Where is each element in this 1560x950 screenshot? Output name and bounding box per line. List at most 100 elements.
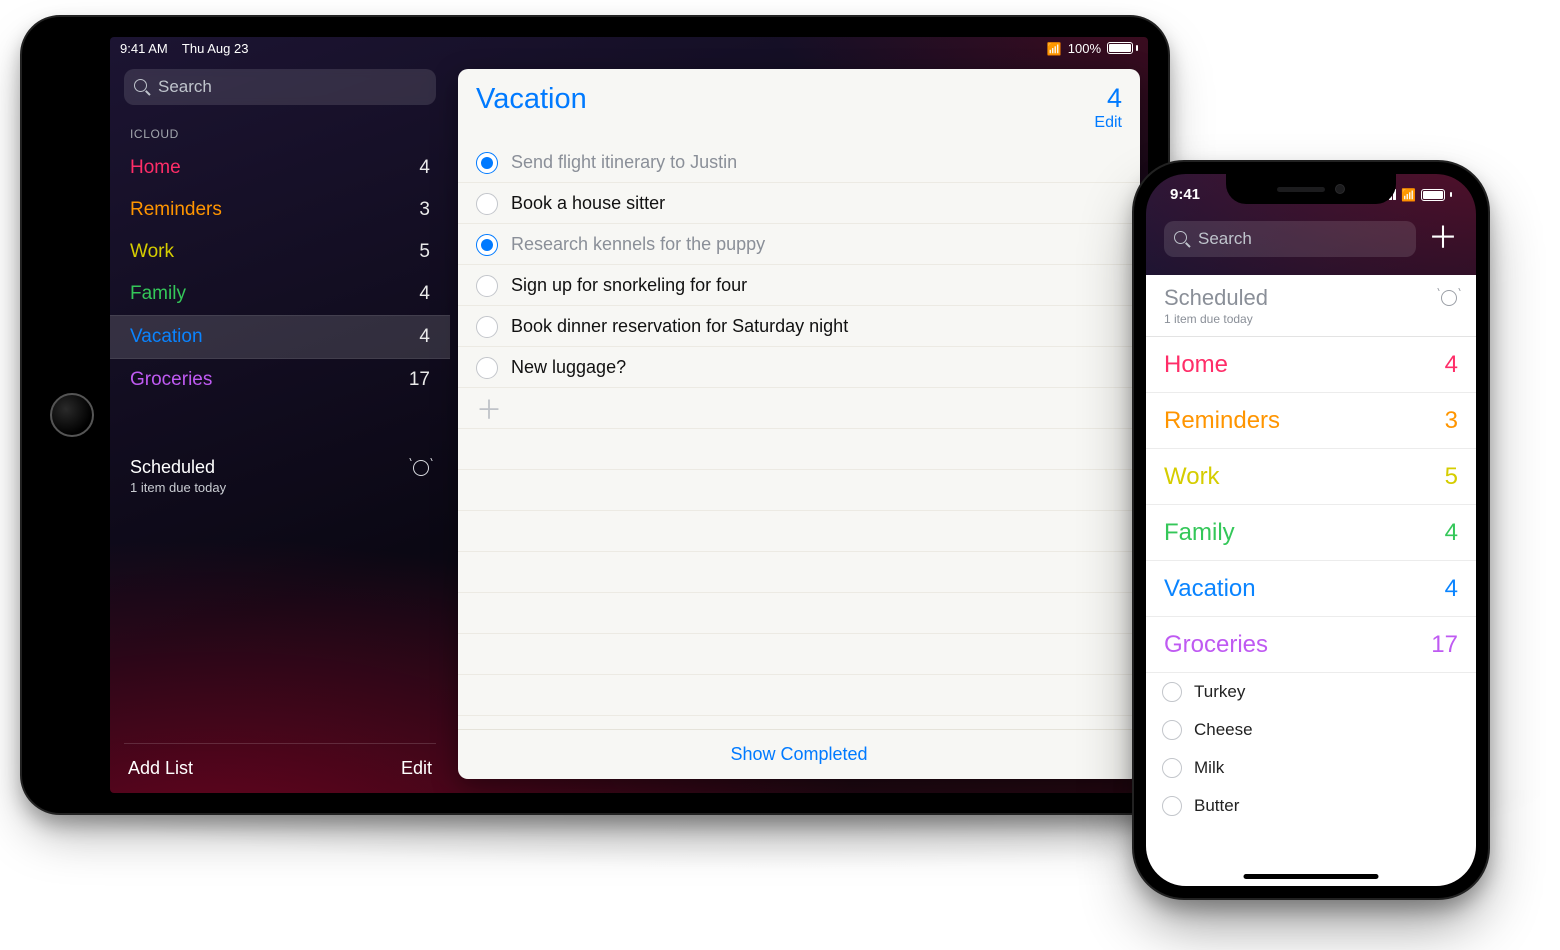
list-item-work[interactable]: Work 5	[1146, 449, 1476, 505]
list-name: Home	[1164, 351, 1228, 379]
list-name: Vacation	[1164, 575, 1256, 603]
sidebar-scheduled[interactable]: Scheduled 1 item due today	[124, 451, 436, 501]
search-input[interactable]: Search	[1164, 221, 1416, 257]
ipad-home-button[interactable]	[50, 393, 94, 437]
scheduled-subtitle: 1 item due today	[130, 480, 430, 495]
alarm-icon	[412, 459, 430, 477]
task-row[interactable]: Book dinner reservation for Saturday nig…	[458, 306, 1140, 347]
task-checkbox[interactable]	[476, 152, 498, 174]
sidebar-item-vacation[interactable]: Vacation 4	[110, 315, 450, 359]
list-item-family[interactable]: Family 4	[1146, 505, 1476, 561]
grocery-item[interactable]: Turkey	[1146, 673, 1476, 711]
task-text: Sign up for snorkeling for four	[511, 275, 747, 296]
search-placeholder: Search	[158, 77, 212, 97]
wifi-icon	[1047, 41, 1062, 56]
sidebar-item-groceries[interactable]: Groceries17	[124, 359, 436, 401]
task-text: Book dinner reservation for Saturday nig…	[511, 316, 848, 337]
wifi-icon	[1401, 188, 1416, 202]
task-row[interactable]: New luggage?	[458, 347, 1140, 388]
item-text: Milk	[1194, 758, 1224, 778]
task-row[interactable]: Research kennels for the puppy	[458, 224, 1140, 265]
detail-edit-button[interactable]: Edit	[1094, 114, 1122, 132]
task-checkbox[interactable]	[476, 357, 498, 379]
add-button[interactable]: ＋	[1428, 224, 1458, 254]
list-count: 17	[409, 369, 430, 391]
list-count: 17	[1431, 631, 1458, 659]
list-name: Work	[1164, 463, 1220, 491]
list-item-vacation[interactable]: Vacation 4	[1146, 561, 1476, 617]
add-list-button[interactable]: Add List	[128, 758, 193, 779]
status-date: Thu Aug 23	[182, 41, 249, 56]
item-checkbox[interactable]	[1162, 758, 1182, 778]
grocery-item[interactable]: Milk	[1146, 749, 1476, 787]
task-checkbox[interactable]	[476, 234, 498, 256]
detail-count: 4	[1094, 83, 1122, 114]
scheduled-title: Scheduled	[130, 457, 215, 478]
item-text: Turkey	[1194, 682, 1245, 702]
battery-percent: 100%	[1068, 41, 1101, 56]
alarm-icon	[1440, 289, 1458, 307]
task-row[interactable]: Send flight itinerary to Justin	[458, 142, 1140, 183]
sidebar-item-family[interactable]: Family 4	[124, 273, 436, 315]
task-checkbox[interactable]	[476, 193, 498, 215]
list-count: 3	[1445, 407, 1458, 435]
ipad-status-bar: 9:41 AM Thu Aug 23 100%	[110, 37, 1148, 59]
sidebar-item-work[interactable]: Work 5	[124, 231, 436, 273]
task-text: Research kennels for the puppy	[511, 234, 765, 255]
home-indicator[interactable]	[1244, 874, 1379, 879]
sidebar-item-home[interactable]: Home4	[124, 147, 436, 189]
list-count: 5	[419, 241, 430, 263]
show-completed-button[interactable]: Show Completed	[458, 729, 1140, 779]
sidebar: Search ICLOUD Home4Reminders3Work5Family…	[110, 59, 450, 793]
iphone-device: 9:41 Search ＋ Scheduled 1 item due today	[1132, 160, 1490, 900]
scheduled-subtitle: 1 item due today	[1164, 312, 1268, 326]
sidebar-item-reminders[interactable]: Reminders 3	[124, 189, 436, 231]
detail-pane: Vacation 4 Edit Send flight itinerary to…	[458, 69, 1140, 779]
task-row[interactable]: Sign up for snorkeling for four	[458, 265, 1140, 306]
task-text: Book a house sitter	[511, 193, 665, 214]
grocery-item[interactable]: Butter	[1146, 787, 1476, 825]
list-count: 4	[1445, 351, 1458, 379]
list-count: 4	[419, 326, 430, 348]
scheduled-title: Scheduled	[1164, 285, 1268, 311]
task-row[interactable]: Book a house sitter	[458, 183, 1140, 224]
item-text: Cheese	[1194, 720, 1253, 740]
search-placeholder: Search	[1198, 229, 1252, 249]
task-text: Send flight itinerary to Justin	[511, 152, 737, 173]
task-checkbox[interactable]	[476, 275, 498, 297]
list-count: 4	[1445, 519, 1458, 547]
item-checkbox[interactable]	[1162, 796, 1182, 816]
task-text: New luggage?	[511, 357, 626, 378]
ipad-device: 9:41 AM Thu Aug 23 100% Search ICLOUD Ho…	[20, 15, 1170, 815]
battery-icon	[1107, 42, 1138, 54]
item-checkbox[interactable]	[1162, 720, 1182, 740]
list-name: Groceries	[1164, 631, 1268, 659]
list-count: 4	[419, 283, 430, 305]
list-item-home[interactable]: Home 4	[1146, 337, 1476, 393]
grocery-item[interactable]: Cheese	[1146, 711, 1476, 749]
task-checkbox[interactable]	[476, 316, 498, 338]
list-count: 4	[1445, 575, 1458, 603]
detail-title: Vacation	[476, 83, 587, 116]
sidebar-edit-button[interactable]: Edit	[401, 758, 432, 779]
status-time: 9:41	[1170, 186, 1200, 203]
list-count: 4	[419, 157, 430, 179]
list-name: Reminders	[1164, 407, 1280, 435]
list-count: 5	[1445, 463, 1458, 491]
list-name: Reminders	[130, 199, 222, 221]
list-name: Family	[1164, 519, 1235, 547]
battery-icon	[1421, 189, 1445, 201]
iphone-notch	[1226, 174, 1396, 204]
item-checkbox[interactable]	[1162, 682, 1182, 702]
list-name: Work	[130, 241, 174, 263]
scheduled-header[interactable]: Scheduled 1 item due today	[1146, 275, 1476, 337]
list-name: Vacation	[130, 326, 203, 348]
item-text: Butter	[1194, 796, 1239, 816]
list-item-groceries[interactable]: Groceries 17	[1146, 617, 1476, 673]
list-item-reminders[interactable]: Reminders 3	[1146, 393, 1476, 449]
list-name: Family	[130, 283, 186, 305]
search-icon	[1174, 231, 1190, 247]
search-input[interactable]: Search	[124, 69, 436, 105]
add-task-button[interactable]: ＋	[458, 388, 1140, 429]
list-count: 3	[419, 199, 430, 221]
